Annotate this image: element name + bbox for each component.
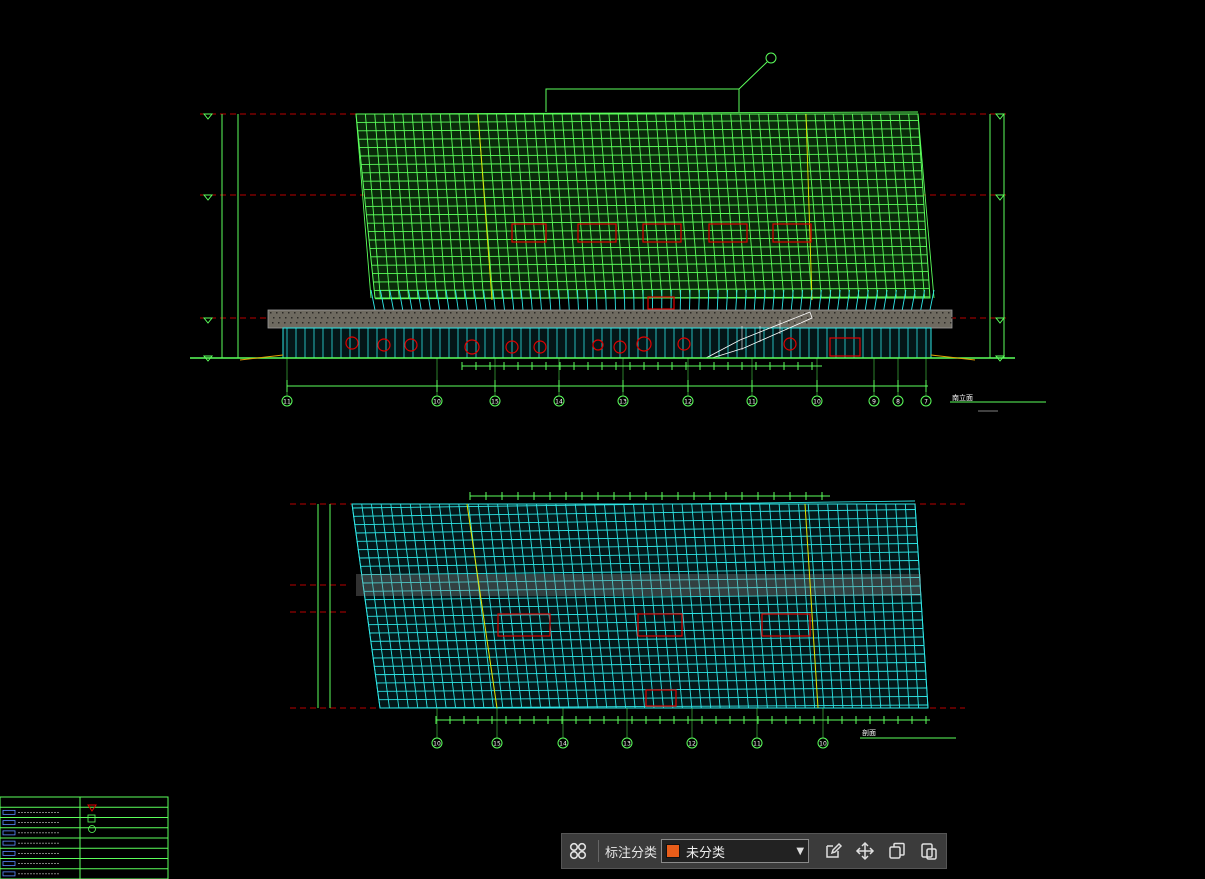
grid-axis-label: 10: [433, 399, 441, 406]
svg-text:南立面: 南立面: [952, 393, 973, 402]
grid-axis-label: 11: [283, 399, 291, 406]
grid-axis-label: 12: [688, 741, 696, 748]
paste-icon[interactable]: [913, 835, 945, 867]
edit-icon[interactable]: [817, 835, 849, 867]
category-dropdown-value: 未分类: [686, 845, 726, 861]
annotation-toolbar: 标注分类 未分类 ▼: [561, 833, 947, 869]
grid-axis-label: 10: [433, 741, 441, 748]
category-label: 标注分类: [605, 845, 658, 861]
copy-icon[interactable]: [881, 835, 913, 867]
grid-axis-label: 15: [493, 741, 501, 748]
category-color-swatch: [666, 844, 681, 858]
lower-elevation: 10 15 14 13 12 11 10 剖面: [290, 492, 965, 749]
chevron-down-icon: ▼: [796, 845, 805, 857]
legend-table: [0, 796, 169, 879]
toolbar-divider: [598, 840, 599, 862]
cad-drawing-canvas[interactable]: 11 10 15 14 13 12 11 10 9 8 7 南立面 10 15 …: [0, 0, 1205, 879]
grid-axis-label: 11: [748, 399, 756, 406]
grid-axis-label: 10: [819, 741, 827, 748]
grid-axis-label: 15: [491, 399, 499, 406]
grid-axis-label: 12: [684, 399, 692, 406]
grid-four-circles-icon[interactable]: [562, 835, 594, 867]
grid-axis-label: 14: [559, 741, 567, 748]
grid-axis-label: 13: [619, 399, 627, 406]
upper-elevation: 11 10 15 14 13 12 11 10 9 8 7 南立面: [190, 52, 1046, 412]
grid-axis-label: 14: [555, 399, 563, 406]
grid-axis-label: 13: [623, 741, 631, 748]
grid-axis-label: 8: [896, 399, 900, 406]
grid-axis-label: 7: [924, 399, 928, 406]
grid-axis-label: 9: [872, 399, 876, 406]
grid-axis-label: 11: [753, 741, 761, 748]
category-dropdown[interactable]: 未分类 ▼: [661, 839, 810, 863]
move-icon[interactable]: [849, 835, 881, 867]
svg-text:剖面: 剖面: [862, 728, 876, 737]
grid-axis-label: 10: [813, 399, 821, 406]
